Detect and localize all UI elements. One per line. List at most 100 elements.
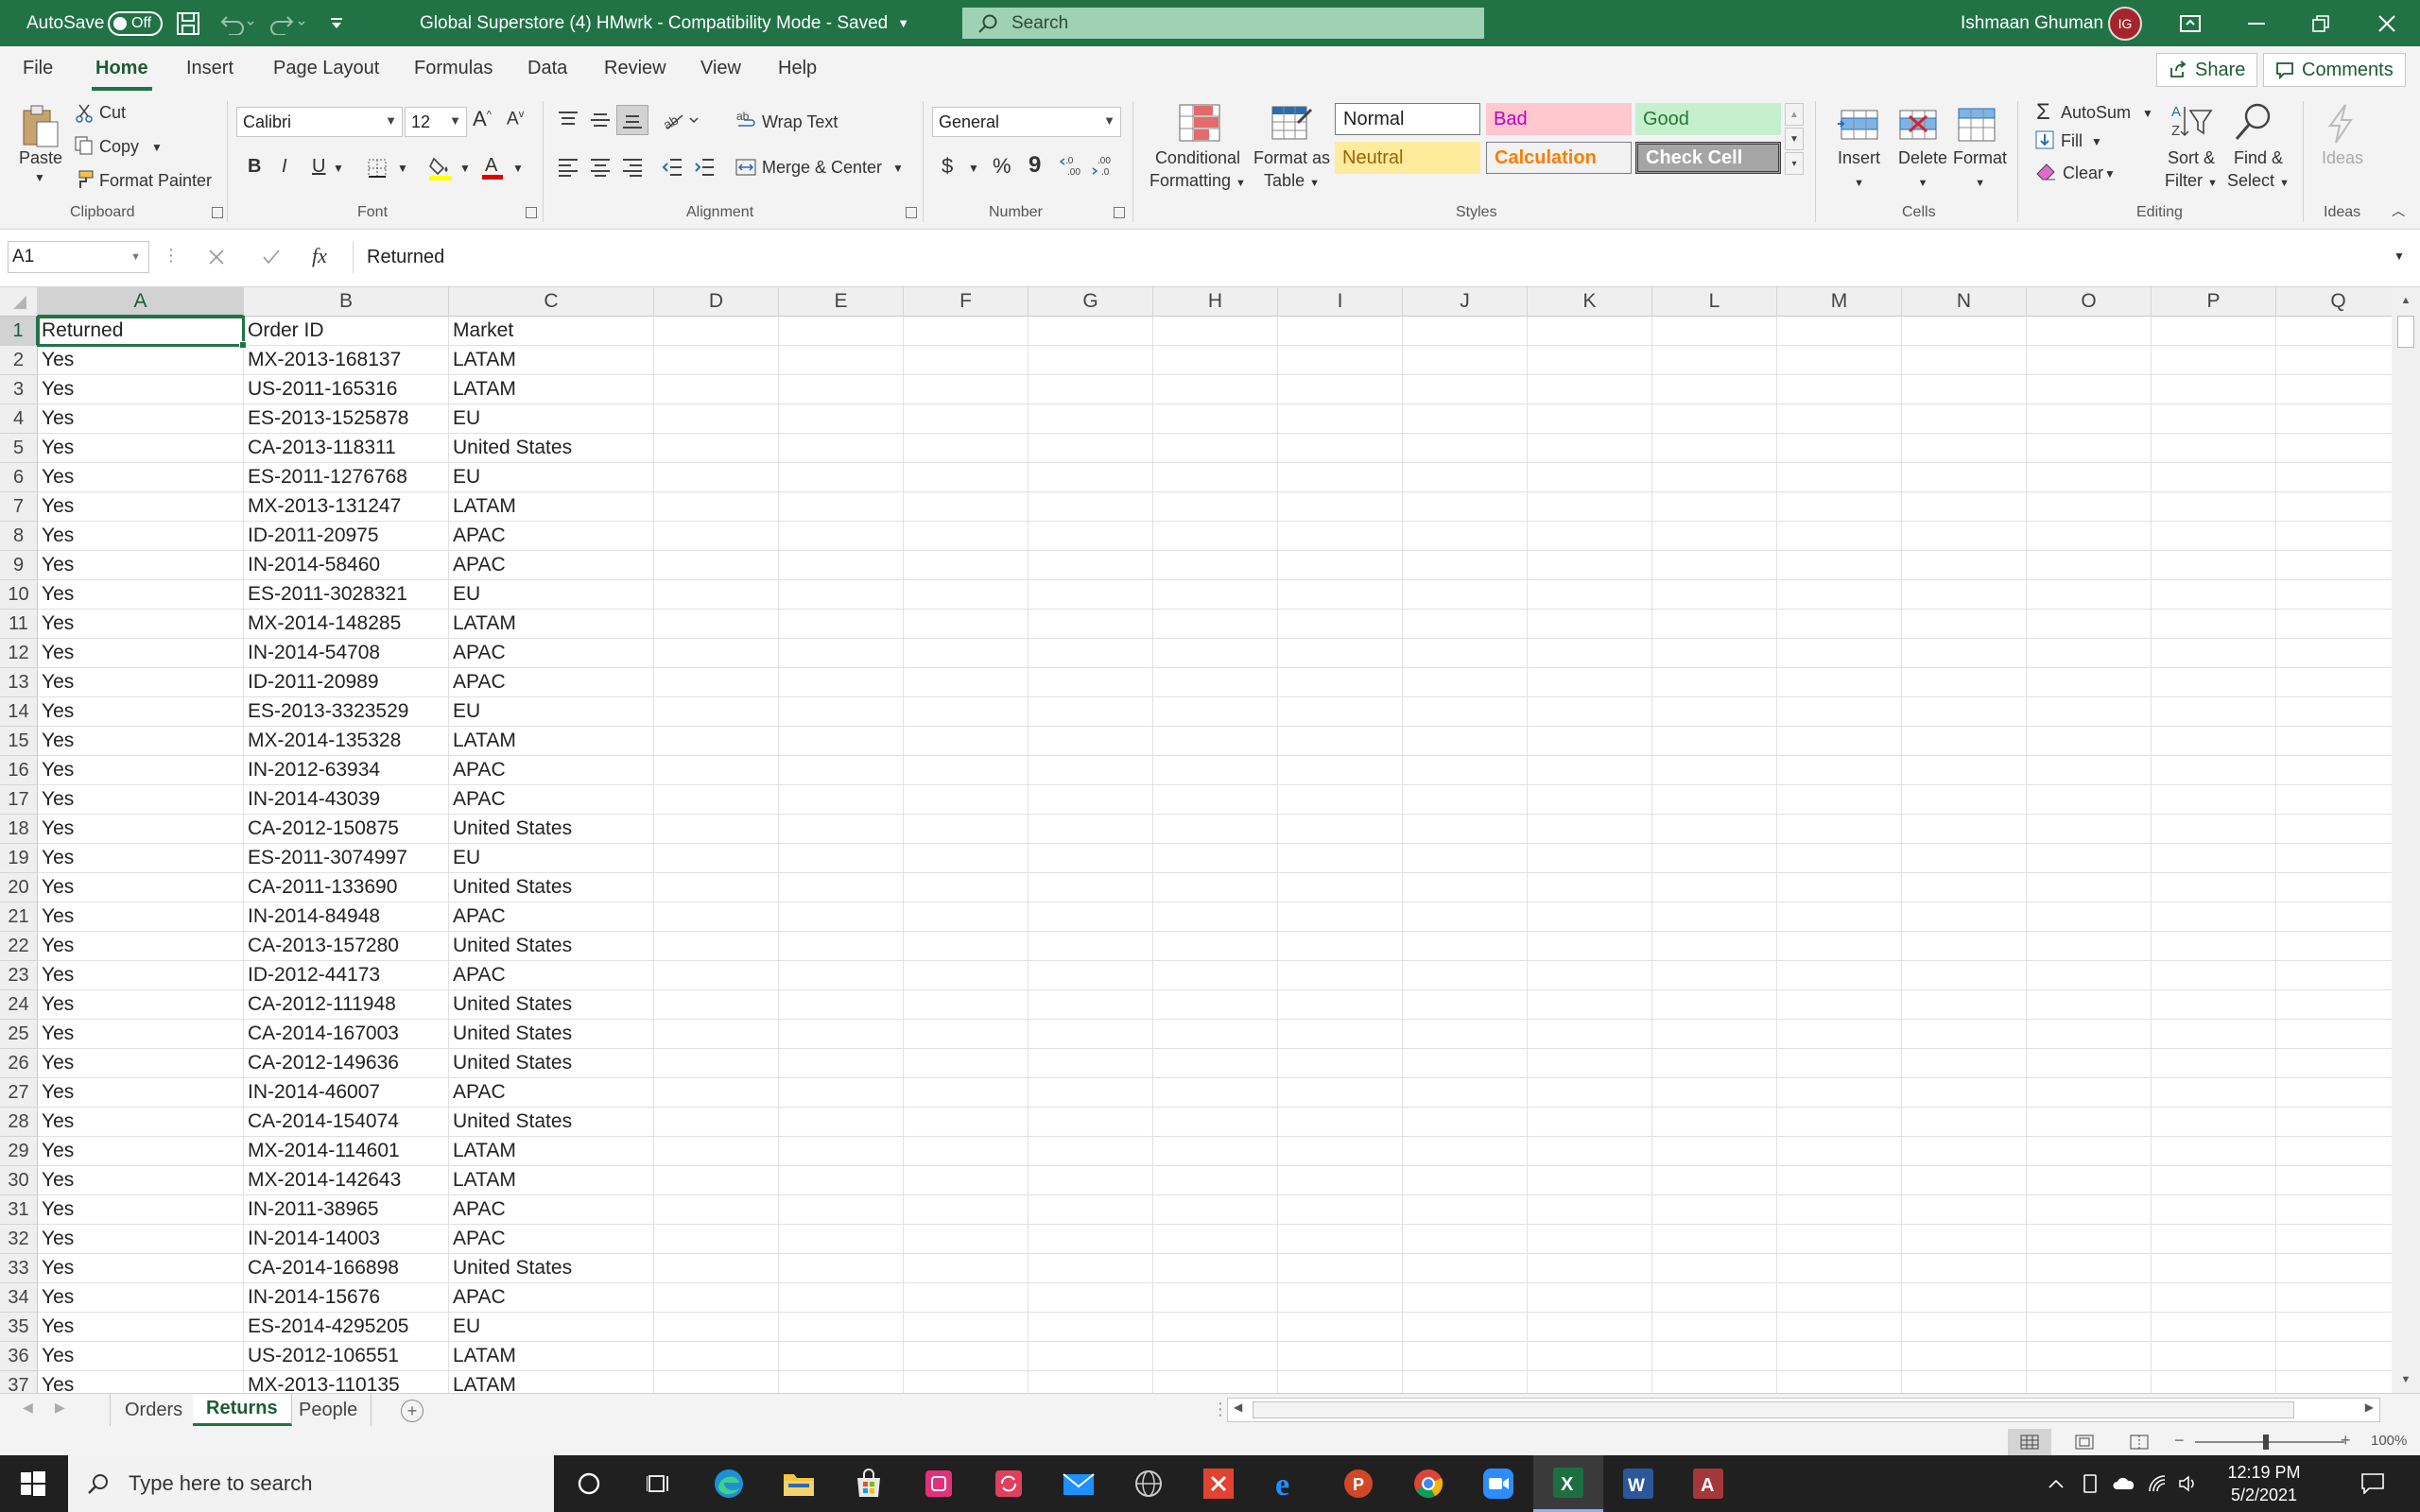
cell[interactable] bbox=[2276, 404, 2392, 434]
cell[interactable]: IN-2014-14003 bbox=[244, 1225, 449, 1254]
cell[interactable] bbox=[1777, 1313, 1902, 1342]
cell[interactable] bbox=[1777, 404, 1902, 434]
cell[interactable] bbox=[2027, 1078, 2152, 1108]
cell[interactable] bbox=[654, 1137, 779, 1166]
cell[interactable] bbox=[654, 522, 779, 551]
row-header[interactable]: 18 bbox=[0, 815, 38, 844]
format-as-table-label[interactable]: Format as Table ▼ bbox=[1253, 146, 1330, 195]
cell[interactable] bbox=[779, 522, 904, 551]
taskbar-search-box[interactable]: Type here to search bbox=[68, 1455, 554, 1512]
cell[interactable]: Yes bbox=[38, 697, 244, 727]
cell[interactable] bbox=[779, 639, 904, 668]
cell[interactable] bbox=[1777, 492, 1902, 522]
cell[interactable] bbox=[1902, 317, 2027, 346]
cell[interactable] bbox=[1403, 404, 1528, 434]
cell[interactable] bbox=[1278, 1108, 1403, 1137]
cell[interactable] bbox=[1278, 375, 1403, 404]
cell[interactable]: Yes bbox=[38, 1078, 244, 1108]
row-header[interactable]: 1 bbox=[0, 317, 38, 346]
cell[interactable] bbox=[1528, 610, 1652, 639]
cell[interactable] bbox=[1028, 1225, 1153, 1254]
cell[interactable] bbox=[1777, 610, 1902, 639]
tab-help[interactable]: Help bbox=[778, 58, 817, 79]
scroll-right-icon[interactable]: ▶ bbox=[2365, 1400, 2374, 1414]
tab-formulas[interactable]: Formulas bbox=[414, 58, 493, 79]
cell[interactable] bbox=[904, 1371, 1028, 1393]
cell[interactable]: APAC bbox=[449, 902, 654, 932]
cell[interactable]: APAC bbox=[449, 639, 654, 668]
cell[interactable] bbox=[1528, 785, 1652, 815]
cell[interactable]: ES-2014-4295205 bbox=[244, 1313, 449, 1342]
cell[interactable] bbox=[1528, 375, 1652, 404]
cell[interactable] bbox=[1278, 668, 1403, 697]
file-explorer-icon[interactable] bbox=[764, 1455, 834, 1512]
cell[interactable] bbox=[1902, 1283, 2027, 1313]
cell[interactable] bbox=[1777, 1283, 1902, 1313]
cell[interactable] bbox=[1528, 1137, 1652, 1166]
cell[interactable] bbox=[654, 580, 779, 610]
cell[interactable]: Yes bbox=[38, 1342, 244, 1371]
orientation-icon[interactable]: ab bbox=[660, 107, 701, 133]
powerpoint-icon[interactable]: P bbox=[1323, 1455, 1393, 1512]
cell[interactable] bbox=[1278, 727, 1403, 756]
cell[interactable] bbox=[1902, 1342, 2027, 1371]
cell[interactable] bbox=[1652, 580, 1777, 610]
cell[interactable] bbox=[2027, 1254, 2152, 1283]
cell[interactable] bbox=[779, 1195, 904, 1225]
cell[interactable] bbox=[2027, 815, 2152, 844]
cell[interactable] bbox=[654, 697, 779, 727]
cell[interactable] bbox=[1403, 1313, 1528, 1342]
cell[interactable] bbox=[904, 902, 1028, 932]
cell[interactable] bbox=[2027, 1166, 2152, 1195]
cell[interactable] bbox=[1278, 1371, 1403, 1393]
cell[interactable] bbox=[2276, 1254, 2392, 1283]
cell[interactable] bbox=[1902, 1020, 2027, 1049]
cell[interactable] bbox=[1153, 1049, 1278, 1078]
row-header[interactable]: 14 bbox=[0, 697, 38, 727]
cell[interactable] bbox=[1652, 434, 1777, 463]
cell[interactable] bbox=[779, 785, 904, 815]
cell[interactable] bbox=[2152, 844, 2276, 873]
currency-button[interactable]: $ bbox=[942, 154, 953, 179]
cell[interactable] bbox=[2152, 434, 2276, 463]
cell[interactable] bbox=[1278, 902, 1403, 932]
row-header[interactable]: 13 bbox=[0, 668, 38, 697]
cell[interactable] bbox=[1028, 756, 1153, 785]
restore-icon[interactable] bbox=[2288, 0, 2354, 46]
styles-scroll-down-icon[interactable]: ▼ bbox=[1785, 128, 1804, 150]
cell[interactable] bbox=[1528, 551, 1652, 580]
cell[interactable] bbox=[1028, 1313, 1153, 1342]
cell[interactable] bbox=[1777, 463, 1902, 492]
cell[interactable] bbox=[1902, 580, 2027, 610]
cell[interactable] bbox=[1153, 492, 1278, 522]
cell[interactable] bbox=[1652, 1078, 1777, 1108]
cell[interactable]: Yes bbox=[38, 727, 244, 756]
cell[interactable]: ES-2013-3323529 bbox=[244, 697, 449, 727]
cell[interactable] bbox=[1153, 990, 1278, 1020]
cell[interactable] bbox=[1652, 346, 1777, 375]
cell[interactable] bbox=[1153, 580, 1278, 610]
cell[interactable] bbox=[2276, 522, 2392, 551]
cell[interactable] bbox=[2152, 404, 2276, 434]
cell[interactable] bbox=[1028, 551, 1153, 580]
cell[interactable] bbox=[2027, 785, 2152, 815]
cell[interactable] bbox=[1652, 610, 1777, 639]
cell[interactable] bbox=[1403, 1078, 1528, 1108]
font-size-select[interactable]: 12 ▼ bbox=[405, 107, 467, 137]
cell[interactable] bbox=[1153, 1108, 1278, 1137]
cell[interactable] bbox=[1528, 961, 1652, 990]
cell[interactable] bbox=[1652, 1108, 1777, 1137]
cell[interactable] bbox=[1028, 1020, 1153, 1049]
cell[interactable]: United States bbox=[449, 815, 654, 844]
chevron-down-icon[interactable]: ▼ bbox=[2091, 135, 2102, 148]
cell[interactable] bbox=[1777, 346, 1902, 375]
cell[interactable] bbox=[904, 873, 1028, 902]
cell[interactable] bbox=[654, 1195, 779, 1225]
font-launcher-icon[interactable] bbox=[526, 207, 537, 218]
decrease-decimal-icon[interactable]: .00.0 bbox=[1091, 152, 1119, 180]
clear-button[interactable]: Clear bbox=[2063, 163, 2103, 183]
italic-button[interactable]: I bbox=[282, 156, 287, 178]
tab-home[interactable]: Home bbox=[92, 58, 152, 91]
cell[interactable] bbox=[1902, 1166, 2027, 1195]
column-header[interactable]: C bbox=[449, 287, 654, 317]
